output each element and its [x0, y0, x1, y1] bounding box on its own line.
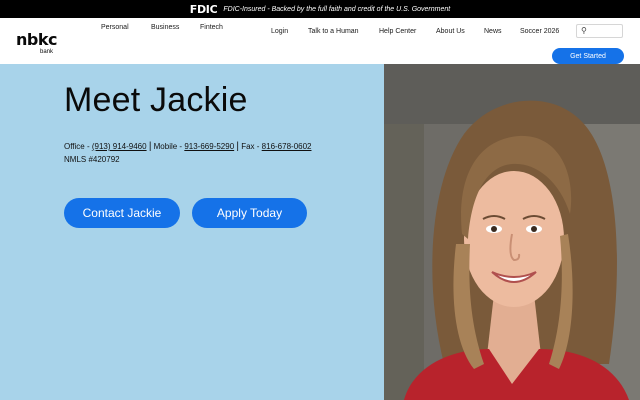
mobile-phone-link[interactable]: 913-669-5290: [184, 142, 234, 151]
office-label: Office -: [64, 142, 92, 151]
nav-soccer-2026[interactable]: Soccer 2026: [520, 28, 559, 35]
page-title: Meet Jackie: [64, 81, 248, 119]
get-started-button[interactable]: Get Started: [552, 48, 624, 64]
nav-talk-to-human[interactable]: Talk to a Human: [308, 28, 359, 35]
nav-help-center[interactable]: Help Center: [379, 28, 416, 35]
brand-logo[interactable]: nbkc bank: [16, 30, 57, 56]
nav-about-us[interactable]: About Us: [436, 28, 465, 35]
segment-fintech[interactable]: Fintech: [200, 24, 223, 31]
segment-business[interactable]: Business: [151, 24, 179, 31]
portrait-image: [384, 64, 640, 400]
nav-login[interactable]: Login: [271, 28, 288, 35]
fax-phone-link[interactable]: 816-678-0602: [262, 142, 312, 151]
portrait-photo: [384, 64, 640, 400]
fax-label: Fax -: [239, 142, 262, 151]
hero-section: Meet Jackie Office - (913) 914-9460 | Mo…: [0, 64, 384, 400]
contact-line: Office - (913) 914-9460 | Mobile - 913-6…: [64, 141, 312, 152]
contact-jackie-button[interactable]: Contact Jackie: [64, 198, 180, 228]
office-phone-link[interactable]: (913) 914-9460: [92, 142, 147, 151]
fdic-logo: FDIC: [189, 2, 218, 16]
search-input[interactable]: [591, 26, 621, 36]
mobile-label: Mobile -: [151, 142, 185, 151]
fdic-banner: FDIC FDIC-Insured - Backed by the full f…: [0, 0, 640, 18]
apply-today-button[interactable]: Apply Today: [192, 198, 307, 228]
site-header: nbkc bank Personal Business Fintech Logi…: [0, 18, 640, 64]
nav-news[interactable]: News: [484, 28, 502, 35]
brand-subtitle: bank: [40, 49, 54, 55]
brand-wordmark: nbkc: [16, 30, 57, 49]
search-icon[interactable]: ⚲: [581, 26, 587, 35]
fdic-text: FDIC-Insured - Backed by the full faith …: [223, 5, 451, 13]
nmls-number: NMLS #420792: [64, 155, 120, 164]
segment-personal[interactable]: Personal: [101, 24, 129, 31]
search-box[interactable]: ⚲: [576, 24, 623, 38]
